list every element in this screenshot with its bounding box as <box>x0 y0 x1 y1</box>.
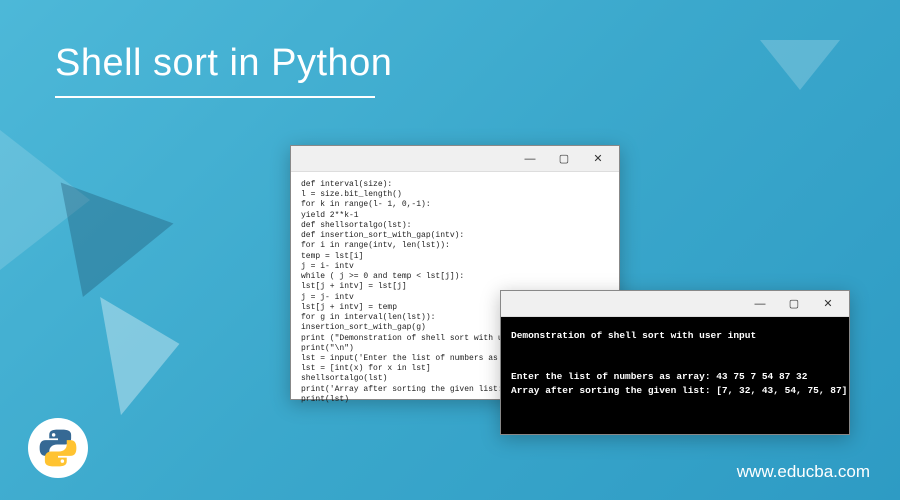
terminal-window: — ▢ ✕ Demonstration of shell sort with u… <box>500 290 850 435</box>
close-icon[interactable]: ✕ <box>581 149 615 169</box>
title-underline <box>55 96 375 98</box>
page-title: Shell sort in Python <box>55 42 392 85</box>
window-titlebar: — ▢ ✕ <box>501 291 849 317</box>
minimize-icon[interactable]: — <box>513 149 547 169</box>
minimize-icon[interactable]: — <box>743 294 777 314</box>
banner-canvas: Shell sort in Python — ▢ ✕ def interval(… <box>0 0 900 500</box>
triangle-decor <box>760 40 840 90</box>
footer-url: www.educba.com <box>737 462 870 482</box>
python-logo <box>28 418 88 478</box>
maximize-icon[interactable]: ▢ <box>777 294 811 314</box>
window-titlebar: — ▢ ✕ <box>291 146 619 172</box>
close-icon[interactable]: ✕ <box>811 294 845 314</box>
triangle-decor <box>100 285 190 415</box>
maximize-icon[interactable]: ▢ <box>547 149 581 169</box>
python-icon <box>37 427 79 469</box>
terminal-output: Demonstration of shell sort with user in… <box>501 317 849 434</box>
